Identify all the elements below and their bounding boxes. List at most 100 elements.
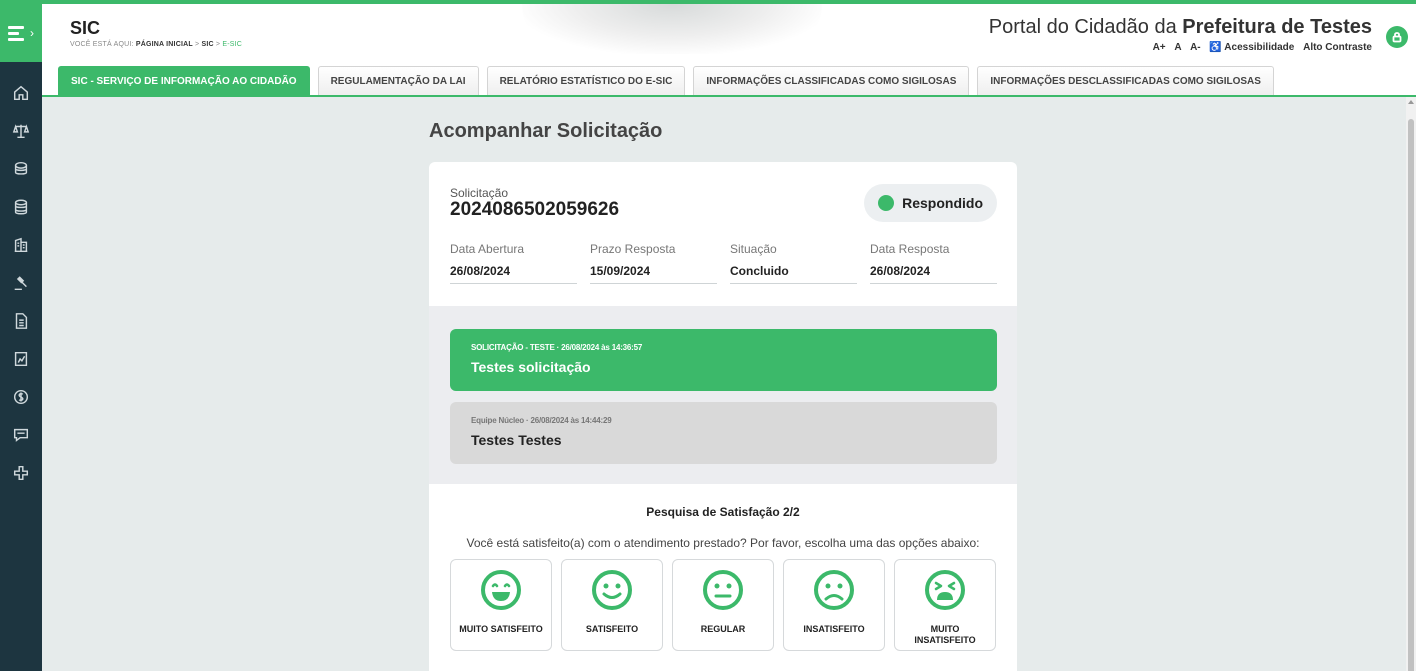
document-icon	[15, 313, 28, 329]
building-icon	[14, 237, 28, 253]
message-response: Equipe Núcleo · 26/08/2024 às 14:44:29 T…	[450, 402, 997, 464]
portal-title: Portal do Cidadão da Prefeitura de Teste…	[989, 16, 1372, 39]
request-label: Solicitação	[450, 186, 509, 200]
breadcrumb-separator: >	[215, 41, 221, 48]
option-regular-button[interactable]: REGULAR	[672, 559, 774, 651]
option-satisfied-button[interactable]: SATISFEITO	[561, 559, 663, 651]
status-dot-icon	[878, 195, 895, 211]
header-decoration	[522, 4, 822, 54]
font-reset-button[interactable]: A	[1174, 42, 1181, 53]
message-meta: SOLICITAÇÃO - TESTE · 26/08/2024 às 14:3…	[471, 343, 643, 352]
font-increase-button[interactable]: A+	[1153, 42, 1166, 53]
status-text: Respondido	[902, 195, 983, 211]
hamburger-icon	[8, 23, 24, 44]
info-response-date: Data Resposta 26/08/2024	[870, 242, 997, 284]
survey-options: MUITO SATISFEITO SATISFEITO REGULAR INSA…	[450, 559, 997, 651]
option-label: MUITO INSATISFEITO	[914, 624, 976, 645]
sidebar-item-documents[interactable]	[0, 302, 42, 340]
option-label: REGULAR	[700, 624, 746, 634]
sidebar-item-ombudsman[interactable]	[0, 416, 42, 454]
survey-question: Você está satisfeito(a) com o atendiment…	[466, 536, 980, 550]
info-open-date: Data Abertura 26/08/2024	[450, 242, 577, 284]
breadcrumb-sic[interactable]: SIC	[201, 41, 213, 48]
breadcrumb-current: E-SIC	[222, 41, 243, 48]
home-icon	[13, 85, 29, 101]
info-value: 15/09/2024	[590, 264, 651, 278]
tab-underline	[42, 95, 1416, 97]
high-contrast-button[interactable]: Alto Contraste	[1303, 42, 1372, 53]
scroll-up-arrow-icon[interactable]	[1408, 100, 1414, 104]
tab-statistical-report[interactable]: RELATÓRIO ESTATÍSTICO DO E-SIC	[486, 66, 686, 96]
message-text: Testes solicitação	[471, 359, 591, 375]
coins-icon	[14, 161, 28, 175]
info-situation: Situação Concluido	[730, 242, 857, 284]
sidebar-item-reports[interactable]	[0, 340, 42, 378]
option-dissatisfied-button[interactable]: INSATISFEITO	[783, 559, 885, 651]
plus-icon	[13, 465, 29, 481]
tab-declassified-info[interactable]: INFORMAÇÕES DESCLASSIFICADAS COMO SIGILO…	[977, 66, 1274, 96]
sidebar-item-expenses[interactable]	[0, 188, 42, 226]
sidebar-item-finance[interactable]	[0, 378, 42, 416]
option-very-satisfied-button[interactable]: MUITO SATISFEITO	[450, 559, 552, 651]
app-title: SIC	[70, 18, 101, 38]
info-label: Prazo Resposta	[590, 242, 676, 256]
sidebar-item-more[interactable]	[0, 454, 42, 492]
info-label: Data Abertura	[450, 242, 525, 256]
request-info-grid: Data Abertura 26/08/2024 Prazo Resposta …	[450, 242, 997, 284]
menu-toggle-button[interactable]: ›	[0, 4, 42, 62]
login-button[interactable]	[1386, 26, 1408, 48]
option-very-dissatisfied-button[interactable]: MUITO INSATISFEITO	[894, 559, 996, 651]
info-deadline: Prazo Resposta 15/09/2024	[590, 242, 717, 284]
accessibility-icon: ♿	[1209, 42, 1222, 53]
page-title: Acompanhar Solicitação	[429, 120, 663, 142]
very-happy-face-icon	[481, 570, 521, 610]
tab-bar: SIC - SERVIÇO DE INFORMAÇÃO AO CIDADÃO R…	[58, 66, 1274, 96]
scroll-thumb[interactable]	[1408, 119, 1414, 671]
sidebar: ›	[0, 4, 42, 671]
money-icon	[13, 389, 29, 405]
status-badge: Respondido	[864, 184, 997, 222]
breadcrumb-prefix: Você está aqui:	[70, 41, 134, 48]
sidebar-item-legislation[interactable]	[0, 112, 42, 150]
page-scrollbar[interactable]	[1406, 97, 1416, 671]
neutral-face-icon	[703, 570, 743, 610]
info-label: Situação	[730, 242, 777, 256]
info-label: Data Resposta	[870, 242, 950, 256]
option-label: INSATISFEITO	[803, 624, 865, 634]
sidebar-item-home[interactable]	[0, 74, 42, 112]
chart-document-icon	[14, 351, 28, 367]
breadcrumb-separator: >	[195, 41, 200, 48]
chevron-right-icon: ›	[30, 26, 34, 40]
info-value: 26/08/2024	[870, 264, 931, 278]
tab-sic[interactable]: SIC - SERVIÇO DE INFORMAÇÃO AO CIDADÃO	[58, 66, 310, 96]
accessibility-link[interactable]: ♿ Acessibilidade	[1209, 42, 1294, 53]
info-value: 26/08/2024	[450, 264, 511, 278]
accessibility-label: Acessibilidade	[1224, 42, 1295, 53]
message-meta: Equipe Núcleo · 26/08/2024 às 14:44:29	[471, 416, 612, 425]
happy-face-icon	[592, 570, 632, 610]
very-sad-face-icon	[925, 570, 965, 610]
survey-title: Pesquisa de Satisfação 2/2	[646, 505, 800, 519]
request-number: 2024086502059626	[450, 199, 620, 220]
portal-title-name: Prefeitura de Testes	[1182, 16, 1372, 38]
chat-icon	[13, 428, 29, 442]
tab-lai-regulation[interactable]: REGULAMENTAÇÃO DA LAI	[317, 66, 479, 96]
breadcrumb: Você está aqui: Página Inicial > SIC > E…	[70, 41, 242, 48]
lock-icon	[1392, 32, 1402, 43]
request-card: Solicitação 2024086502059626 Respondido …	[429, 162, 1017, 671]
portal-title-prefix: Portal do Cidadão da	[988, 16, 1177, 38]
font-decrease-button[interactable]: A-	[1190, 42, 1201, 53]
tab-classified-info[interactable]: INFORMAÇÕES CLASSIFICADAS COMO SIGILOSAS	[693, 66, 970, 96]
sidebar-item-bids[interactable]	[0, 264, 42, 302]
option-label: SATISFEITO	[585, 624, 639, 634]
option-label: MUITO SATISFEITO	[459, 624, 543, 634]
scales-icon	[12, 124, 30, 139]
message-text: Testes Testes	[471, 432, 562, 448]
accessibility-bar: A+ A A- ♿ Acessibilidade Alto Contraste	[1147, 42, 1372, 53]
gavel-icon	[14, 276, 27, 291]
sad-face-icon	[814, 570, 854, 610]
breadcrumb-home[interactable]: Página Inicial	[136, 41, 193, 48]
sidebar-item-institution[interactable]	[0, 226, 42, 264]
message-request: SOLICITAÇÃO - TESTE · 26/08/2024 às 14:3…	[450, 329, 997, 391]
sidebar-item-revenue[interactable]	[0, 150, 42, 188]
